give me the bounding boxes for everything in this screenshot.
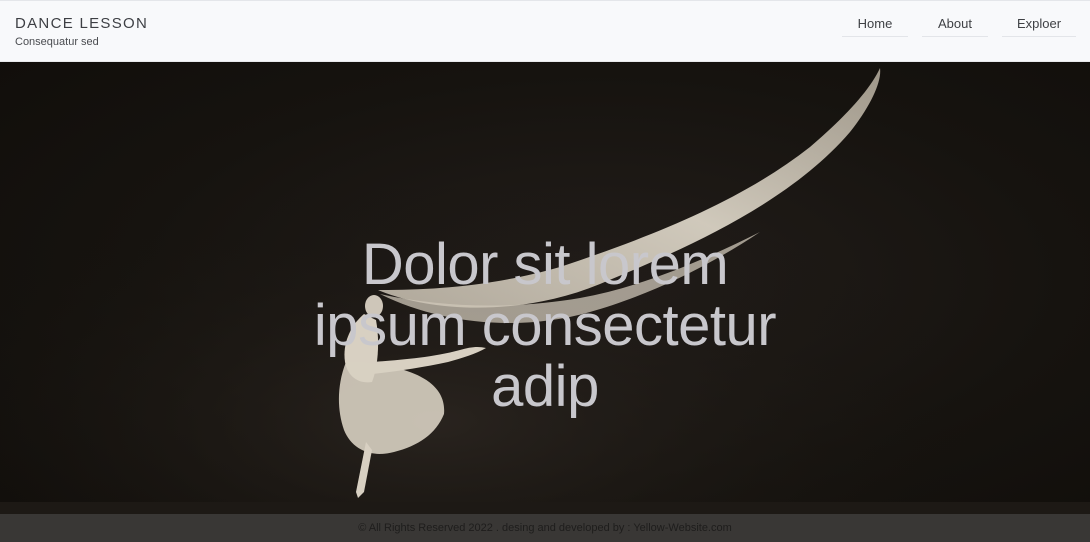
hero-heading-line: adip <box>491 354 599 419</box>
nav-item-about[interactable]: About <box>922 9 988 37</box>
site-header: DANCE LESSON Consequatur sed Home About … <box>0 0 1090 62</box>
footer-copyright: © All Rights Reserved 2022 . desing and … <box>358 522 732 534</box>
hero-heading: Dolor sit lorem ipsum consectetur adip <box>0 234 1090 417</box>
hero-heading-line: Dolor sit lorem <box>361 232 729 297</box>
brand[interactable]: DANCE LESSON Consequatur sed <box>15 15 148 49</box>
brand-title[interactable]: DANCE LESSON <box>15 15 148 33</box>
hero-section: Dolor sit lorem ipsum consectetur adip <box>0 62 1090 542</box>
site-footer: © All Rights Reserved 2022 . desing and … <box>0 514 1090 542</box>
brand-subtitle: Consequatur sed <box>15 36 99 48</box>
nav-item-exploer[interactable]: Exploer <box>1002 9 1076 37</box>
nav-item-home[interactable]: Home <box>842 9 908 37</box>
main-nav: Home About Exploer <box>842 9 1076 37</box>
hero-heading-line: ipsum consectetur <box>313 293 777 358</box>
